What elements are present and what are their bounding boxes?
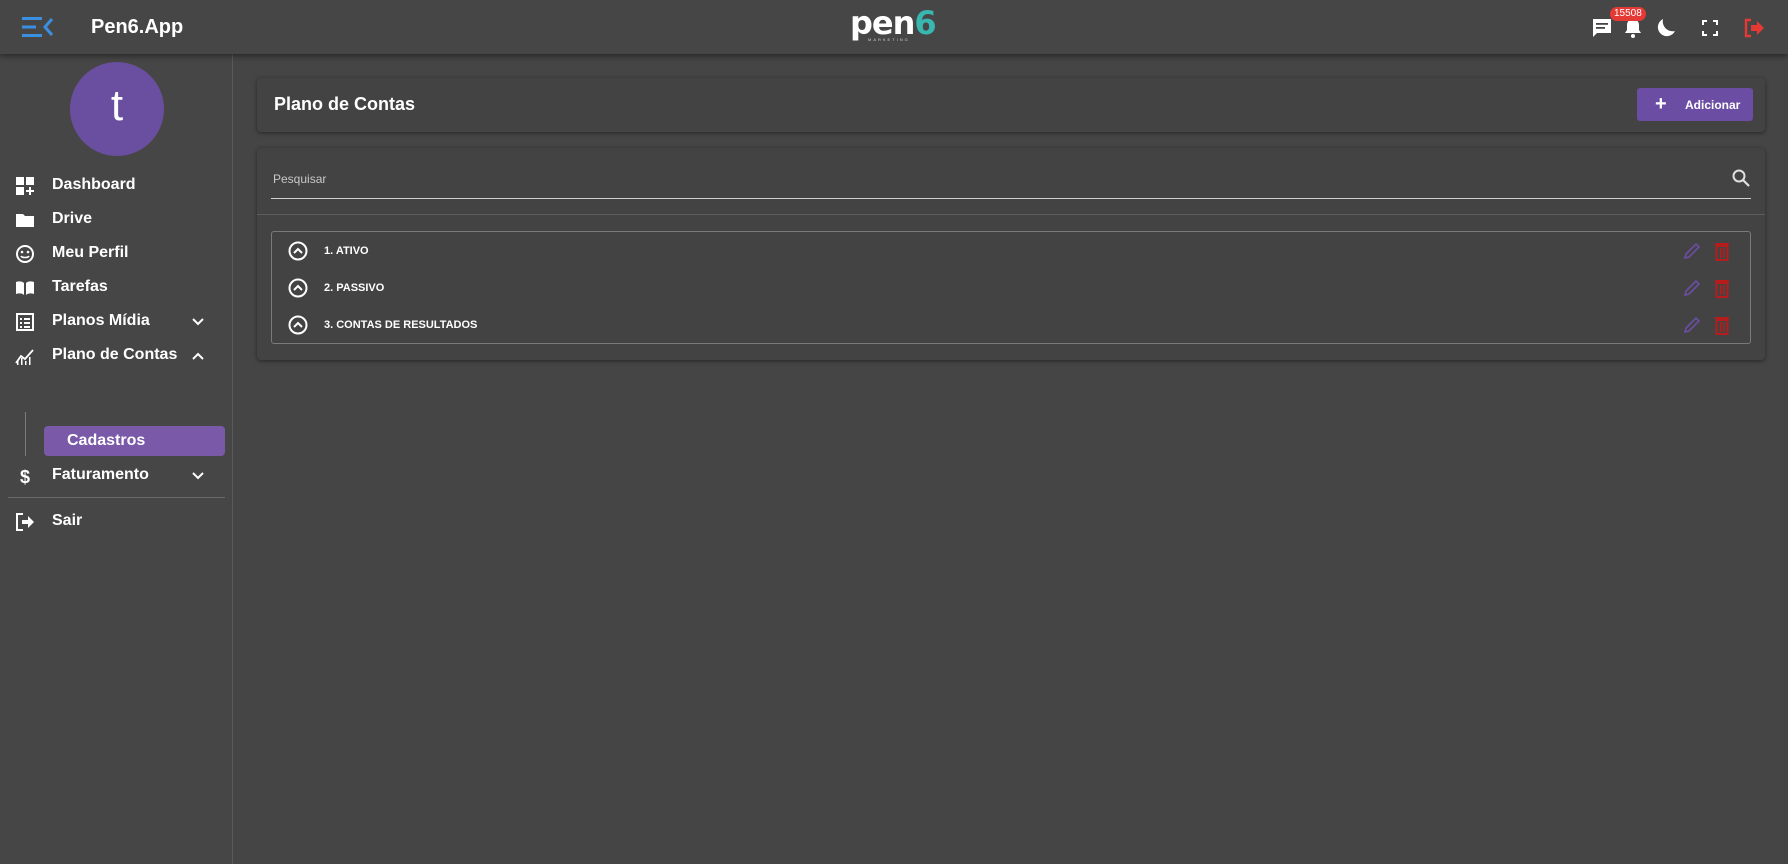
chevron-down-icon xyxy=(192,318,204,326)
logout-icon xyxy=(16,513,34,531)
search-icon[interactable] xyxy=(1731,168,1751,188)
menu-toggle-icon[interactable] xyxy=(22,15,54,39)
sidebar-item-faturamento[interactable]: $ Faturamento xyxy=(0,460,232,492)
tree-row-label: 1. ATIVO xyxy=(324,245,369,257)
list-icon xyxy=(16,313,34,331)
logo-subtitle: MARKETING xyxy=(868,37,910,42)
add-button-label: Adicionar xyxy=(1685,98,1741,112)
book-icon xyxy=(16,281,34,295)
sidebar-item-label: Faturamento xyxy=(52,466,149,483)
smiley-icon xyxy=(16,245,34,263)
sidebar: t Dashboard Drive Meu Perfil Tarefas Pla… xyxy=(0,54,233,864)
page-title: Plano de Contas xyxy=(274,94,416,114)
sidebar-divider xyxy=(8,497,225,498)
tree-row[interactable]: 2. PASSIVO xyxy=(272,269,1750,307)
sidebar-subitem-cadastros[interactable]: Cadastros xyxy=(44,426,225,456)
chart-icon xyxy=(15,349,34,365)
sidebar-item-drive[interactable]: Drive xyxy=(0,204,232,236)
tree-row[interactable]: 3. CONTAS DE RESULTADOS xyxy=(272,306,1750,344)
chevron-down-icon xyxy=(192,472,204,480)
sidebar-item-label: Dashboard xyxy=(52,176,136,193)
theme-toggle-icon[interactable] xyxy=(1654,16,1678,40)
accounts-list-card: 1. ATIVO 2. PASSIVO xyxy=(257,148,1765,360)
dollar-icon: $ xyxy=(20,467,30,486)
top-bar: Pen6.App pen6 MARKETING 15508 xyxy=(0,0,1788,54)
sidebar-item-dashboard[interactable]: Dashboard xyxy=(0,170,232,202)
logo-accent: 6 xyxy=(914,4,936,42)
tree-row[interactable]: 1. ATIVO xyxy=(272,232,1750,270)
add-button[interactable]: + Adicionar xyxy=(1637,88,1753,121)
expand-toggle-icon[interactable] xyxy=(288,278,308,298)
sidebar-item-label: Drive xyxy=(52,210,93,227)
app-title: Pen6.App xyxy=(91,16,184,38)
sidebar-item-sair[interactable]: Sair xyxy=(0,506,232,538)
notification-badge: 15508 xyxy=(1610,7,1646,21)
sidebar-item-tarefas[interactable]: Tarefas xyxy=(0,272,232,304)
accounts-tree: 1. ATIVO 2. PASSIVO 3. CONTAS DE RESULTA… xyxy=(271,231,1751,344)
edit-pencil-icon[interactable] xyxy=(1682,315,1702,335)
delete-trash-icon[interactable] xyxy=(1712,241,1732,261)
page-header-card: Plano de Contas + Adicionar xyxy=(257,78,1765,132)
sidebar-item-label: Meu Perfil xyxy=(52,244,129,261)
sidebar-item-label: Plano de Contas xyxy=(52,346,178,363)
delete-trash-icon[interactable] xyxy=(1712,278,1732,298)
divider xyxy=(257,214,1765,215)
sidebar-item-label: Tarefas xyxy=(52,278,108,295)
plus-icon: + xyxy=(1655,93,1667,115)
delete-trash-icon[interactable] xyxy=(1712,315,1732,335)
svg-text:$: $ xyxy=(20,467,30,486)
sidebar-item-planos-midia[interactable]: Planos Mídia xyxy=(0,306,232,338)
search-input[interactable] xyxy=(271,168,1715,190)
edit-pencil-icon[interactable] xyxy=(1682,241,1702,261)
chevron-up-icon xyxy=(192,352,204,360)
search-field xyxy=(271,162,1751,199)
expand-toggle-icon[interactable] xyxy=(288,315,308,335)
chat-icon[interactable] xyxy=(1590,16,1614,40)
sidebar-item-plano-de-contas[interactable]: Plano de Contas xyxy=(0,340,232,372)
tree-row-label: 3. CONTAS DE RESULTADOS xyxy=(324,319,478,331)
sidebar-subitem-label: Cadastros xyxy=(67,432,146,449)
dashboard-icon xyxy=(16,177,34,195)
fullscreen-icon[interactable] xyxy=(1698,16,1722,40)
submenu-tree-line xyxy=(25,412,26,456)
sidebar-item-label: Planos Mídia xyxy=(52,312,150,329)
sidebar-item-label: Sair xyxy=(52,512,83,529)
sidebar-item-meu-perfil[interactable]: Meu Perfil xyxy=(0,238,232,270)
edit-pencil-icon[interactable] xyxy=(1682,278,1702,298)
logout-icon[interactable] xyxy=(1741,16,1765,40)
logo: pen6 MARKETING xyxy=(850,4,950,48)
folder-icon xyxy=(16,214,34,227)
tree-row-label: 2. PASSIVO xyxy=(324,282,385,294)
expand-toggle-icon[interactable] xyxy=(288,241,308,261)
avatar[interactable]: t xyxy=(70,62,164,156)
